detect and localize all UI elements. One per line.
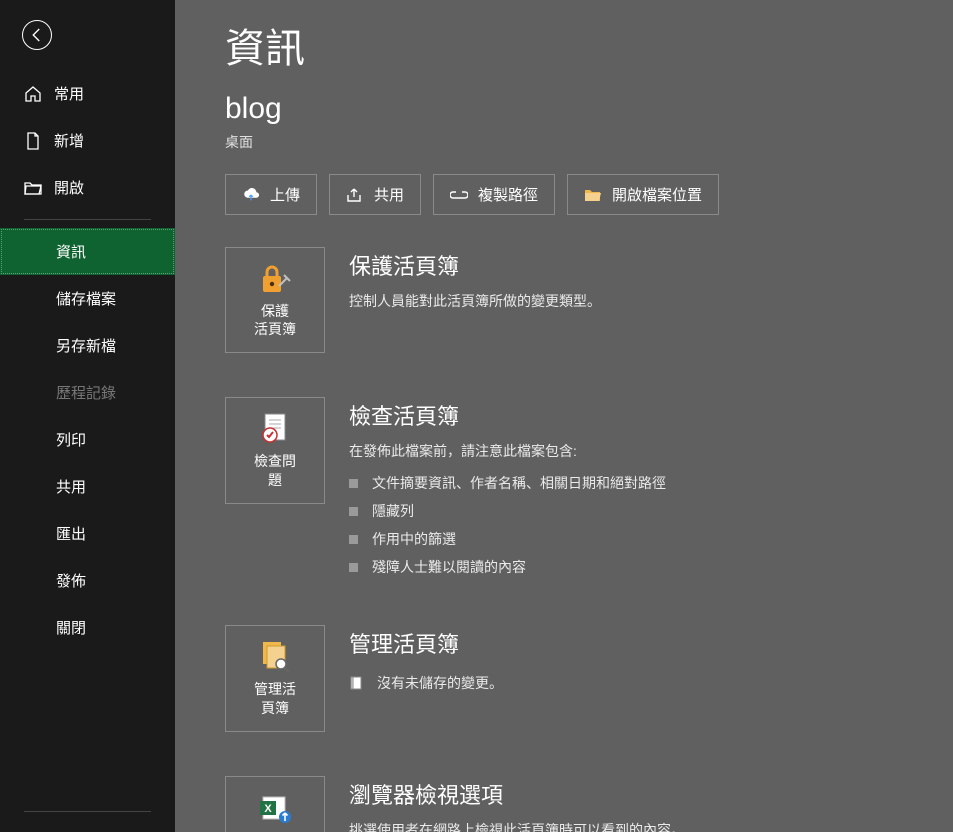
new-icon <box>24 132 42 150</box>
open-location-label: 開啟檔案位置 <box>612 184 702 205</box>
sidebar-item-label: 新增 <box>54 130 84 151</box>
list-item: 文件摘要資訊、作者名稱、相關日期和絕對路徑 <box>349 469 953 497</box>
manage-title: 管理活頁簿 <box>349 627 953 659</box>
inspect-button-label: 檢查問題 <box>254 452 296 488</box>
section-browser-view: X 瀏覽器檢視選項 瀏覽器檢視選項 挑選使用者在網路上檢視此活頁簿時可以看到的內… <box>225 776 953 832</box>
bullet-icon <box>349 535 358 544</box>
sidebar-item-info[interactable]: 資訊 <box>0 228 175 275</box>
page-title: 資訊 <box>225 16 953 74</box>
folder-open-icon <box>584 187 602 203</box>
sidebar-item-home[interactable]: 常用 <box>0 70 175 117</box>
sidebar-item-label: 常用 <box>54 83 84 104</box>
sidebar-item-label: 共用 <box>56 476 86 497</box>
lock-key-icon <box>257 262 293 296</box>
copy-path-label: 複製路徑 <box>478 184 538 205</box>
sidebar-item-label: 資訊 <box>56 241 86 262</box>
sidebar-item-share[interactable]: 共用 <box>0 463 175 510</box>
back-button[interactable] <box>22 20 52 50</box>
protect-button-label: 保護活頁簿 <box>254 302 296 338</box>
document-check-icon <box>257 412 293 446</box>
section-protect: 保護活頁簿 保護活頁簿 控制人員能對此活頁簿所做的變更類型。 <box>225 247 953 353</box>
sidebar-item-export[interactable]: 匯出 <box>0 510 175 557</box>
nav-divider-bottom <box>24 811 151 812</box>
inspect-workbook-button[interactable]: 檢查問題 <box>225 397 325 503</box>
browser-title: 瀏覽器檢視選項 <box>349 778 953 810</box>
sidebar-item-print[interactable]: 列印 <box>0 416 175 463</box>
section-inspect: 檢查問題 檢查活頁簿 在發佈此檔案前，請注意此檔案包含: 文件摘要資訊、作者名稱… <box>225 397 953 581</box>
upload-label: 上傳 <box>270 184 300 205</box>
sidebar-item-label: 發佈 <box>56 570 86 591</box>
protect-desc: 控制人員能對此活頁簿所做的變更類型。 <box>349 291 953 311</box>
open-icon <box>24 179 42 197</box>
sidebar-item-label: 開啟 <box>54 177 84 198</box>
list-item-text: 文件摘要資訊、作者名稱、相關日期和絕對路徑 <box>372 473 666 493</box>
inspect-list: 文件摘要資訊、作者名稱、相關日期和絕對路徑隱藏列作用中的篩選殘障人士難以閱讀的內… <box>349 469 953 581</box>
home-icon <box>24 85 42 103</box>
sidebar-item-close[interactable]: 關閉 <box>0 604 175 651</box>
link-icon <box>450 187 468 203</box>
browser-view-button[interactable]: X 瀏覽器檢視選項 <box>225 776 325 832</box>
upload-button[interactable]: 上傳 <box>225 174 317 215</box>
sidebar-item-history: 歷程記錄 <box>0 369 175 416</box>
list-item-text: 作用中的篩選 <box>372 529 456 549</box>
list-item: 殘障人士難以閱讀的內容 <box>349 553 953 581</box>
browser-desc: 挑選使用者在網路上檢視此活頁簿時可以看到的內容。 <box>349 820 953 832</box>
file-name: blog <box>225 92 953 126</box>
share-icon <box>346 187 364 203</box>
document-icon <box>349 676 363 690</box>
protect-title: 保護活頁簿 <box>349 249 953 281</box>
list-item: 隱藏列 <box>349 497 953 525</box>
list-item-text: 沒有未儲存的變更。 <box>377 673 503 693</box>
svg-text:X: X <box>264 803 272 815</box>
list-item-text: 殘障人士難以閱讀的內容 <box>372 557 526 577</box>
inspect-title: 檢查活頁簿 <box>349 399 953 431</box>
sidebar-item-label: 關閉 <box>56 617 86 638</box>
sidebar-item-label: 另存新檔 <box>56 335 116 356</box>
file-path: 桌面 <box>225 132 953 152</box>
list-item: 作用中的篩選 <box>349 525 953 553</box>
nav-divider <box>24 219 151 220</box>
cloud-upload-icon <box>242 187 260 203</box>
sidebar-item-label: 列印 <box>56 429 86 450</box>
sidebar-item-save[interactable]: 儲存檔案 <box>0 275 175 322</box>
sidebar-item-new[interactable]: 新增 <box>0 117 175 164</box>
share-button[interactable]: 共用 <box>329 174 421 215</box>
excel-upload-icon: X <box>257 791 293 825</box>
sidebar-item-saveas[interactable]: 另存新檔 <box>0 322 175 369</box>
manage-button-label: 管理活頁簿 <box>254 680 296 716</box>
list-item: 沒有未儲存的變更。 <box>349 669 953 697</box>
protect-workbook-button[interactable]: 保護活頁簿 <box>225 247 325 353</box>
open-location-button[interactable]: 開啟檔案位置 <box>567 174 719 215</box>
share-label: 共用 <box>374 184 404 205</box>
documents-search-icon <box>257 640 293 674</box>
copy-path-button[interactable]: 複製路徑 <box>433 174 555 215</box>
bullet-icon <box>349 507 358 516</box>
section-manage: 管理活頁簿 管理活頁簿 沒有未儲存的變更。 <box>225 625 953 731</box>
bullet-icon <box>349 479 358 488</box>
backstage-sidebar: 常用新增開啟資訊儲存檔案另存新檔歷程記錄列印共用匯出發佈關閉 <box>0 0 175 832</box>
list-item-text: 隱藏列 <box>372 501 414 521</box>
manage-list: 沒有未儲存的變更。 <box>349 669 953 697</box>
sidebar-item-label: 歷程記錄 <box>56 382 116 403</box>
action-bar: 上傳 共用 複製路徑 開啟檔案位置 <box>225 174 953 215</box>
sidebar-item-label: 匯出 <box>56 523 86 544</box>
arrow-left-icon <box>28 26 46 44</box>
info-page: 資訊 blog 桌面 上傳 共用 複製路徑 開啟檔案位置 <box>175 0 953 832</box>
sidebar-item-label: 儲存檔案 <box>56 288 116 309</box>
sidebar-item-open[interactable]: 開啟 <box>0 164 175 211</box>
manage-workbook-button[interactable]: 管理活頁簿 <box>225 625 325 731</box>
sidebar-item-publish[interactable]: 發佈 <box>0 557 175 604</box>
inspect-desc: 在發佈此檔案前，請注意此檔案包含: <box>349 441 953 461</box>
bullet-icon <box>349 563 358 572</box>
